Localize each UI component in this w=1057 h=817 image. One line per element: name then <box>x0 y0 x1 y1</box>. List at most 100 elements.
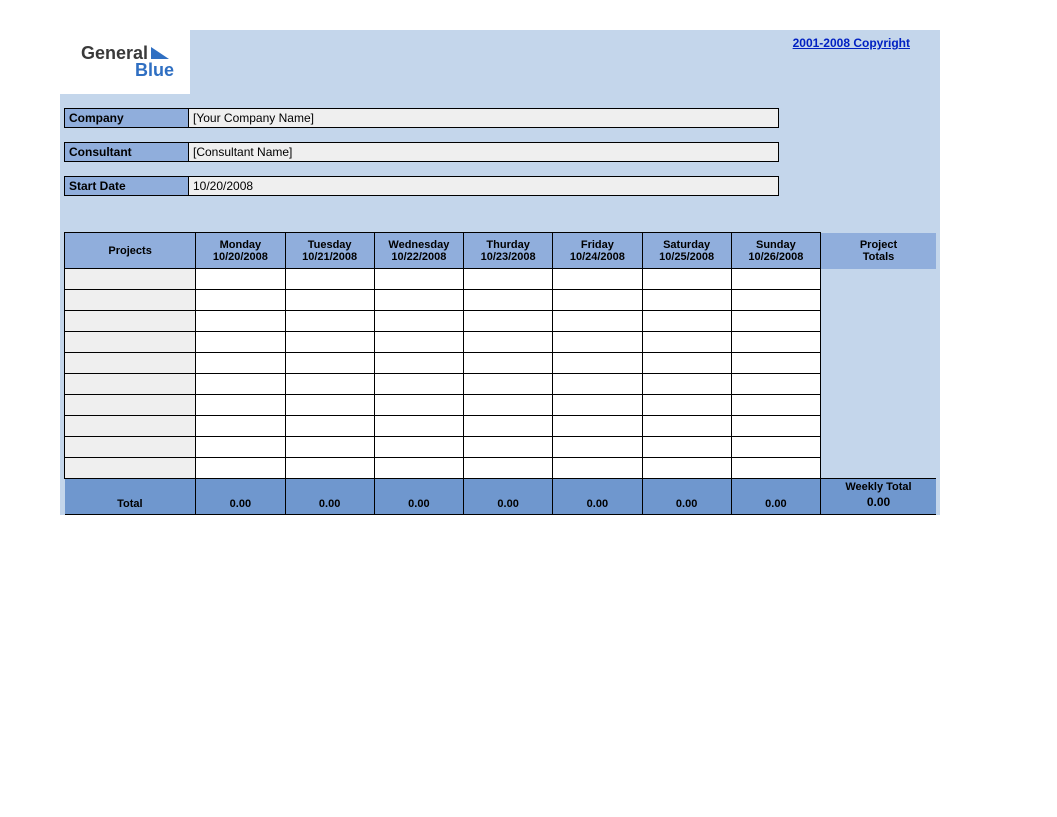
hours-cell[interactable] <box>374 311 463 332</box>
hours-cell[interactable] <box>553 290 642 311</box>
hours-cell[interactable] <box>464 416 553 437</box>
project-name-cell[interactable] <box>65 374 196 395</box>
table-row <box>65 395 937 416</box>
header-day-5: Saturday 10/25/2008 <box>642 233 731 269</box>
project-name-cell[interactable] <box>65 290 196 311</box>
hours-cell[interactable] <box>731 332 820 353</box>
hours-cell[interactable] <box>464 458 553 479</box>
hours-cell[interactable] <box>464 437 553 458</box>
hours-cell[interactable] <box>285 395 374 416</box>
startdate-field[interactable]: 10/20/2008 <box>189 176 779 196</box>
hours-cell[interactable] <box>642 269 731 290</box>
header-day-1: Tuesday 10/21/2008 <box>285 233 374 269</box>
consultant-label: Consultant <box>64 142 189 162</box>
table-row <box>65 269 937 290</box>
hours-cell[interactable] <box>553 416 642 437</box>
hours-cell[interactable] <box>285 416 374 437</box>
hours-cell[interactable] <box>642 374 731 395</box>
hours-cell[interactable] <box>642 437 731 458</box>
hours-cell[interactable] <box>642 290 731 311</box>
hours-cell[interactable] <box>464 269 553 290</box>
company-field[interactable]: [Your Company Name] <box>189 108 779 128</box>
hours-cell[interactable] <box>196 311 285 332</box>
hours-cell[interactable] <box>731 437 820 458</box>
hours-cell[interactable] <box>374 395 463 416</box>
consultant-field[interactable]: [Consultant Name] <box>189 142 779 162</box>
hours-cell[interactable] <box>464 290 553 311</box>
hours-cell[interactable] <box>642 311 731 332</box>
hours-cell[interactable] <box>464 332 553 353</box>
project-name-cell[interactable] <box>65 458 196 479</box>
copyright-link[interactable]: 2001-2008 Copyright <box>793 30 940 50</box>
hours-cell[interactable] <box>285 437 374 458</box>
hours-cell[interactable] <box>553 332 642 353</box>
hours-cell[interactable] <box>285 290 374 311</box>
logo-text-2: Blue <box>135 60 190 81</box>
hours-cell[interactable] <box>285 353 374 374</box>
hours-cell[interactable] <box>731 353 820 374</box>
hours-cell[interactable] <box>553 269 642 290</box>
hours-cell[interactable] <box>731 416 820 437</box>
hours-cell[interactable] <box>642 458 731 479</box>
hours-cell[interactable] <box>196 374 285 395</box>
hours-cell[interactable] <box>553 374 642 395</box>
company-row: Company [Your Company Name] <box>64 108 940 128</box>
header-day-4: Friday 10/24/2008 <box>553 233 642 269</box>
hours-cell[interactable] <box>553 353 642 374</box>
hours-cell[interactable] <box>196 332 285 353</box>
hours-cell[interactable] <box>374 374 463 395</box>
company-label: Company <box>64 108 189 128</box>
hours-cell[interactable] <box>464 353 553 374</box>
hours-cell[interactable] <box>285 458 374 479</box>
hours-cell[interactable] <box>374 269 463 290</box>
hours-cell[interactable] <box>553 395 642 416</box>
startdate-label: Start Date <box>64 176 189 196</box>
footer-day-total-4: 0.00 <box>553 479 642 515</box>
hours-cell[interactable] <box>196 290 285 311</box>
hours-cell[interactable] <box>285 311 374 332</box>
hours-cell[interactable] <box>731 458 820 479</box>
hours-cell[interactable] <box>553 311 642 332</box>
hours-cell[interactable] <box>642 395 731 416</box>
hours-cell[interactable] <box>374 332 463 353</box>
project-name-cell[interactable] <box>65 416 196 437</box>
hours-cell[interactable] <box>464 395 553 416</box>
hours-cell[interactable] <box>374 437 463 458</box>
hours-cell[interactable] <box>374 416 463 437</box>
hours-cell[interactable] <box>285 269 374 290</box>
hours-cell[interactable] <box>196 353 285 374</box>
hours-cell[interactable] <box>642 332 731 353</box>
hours-cell[interactable] <box>374 290 463 311</box>
hours-cell[interactable] <box>731 374 820 395</box>
project-name-cell[interactable] <box>65 437 196 458</box>
header-day-0: Monday 10/20/2008 <box>196 233 285 269</box>
hours-cell[interactable] <box>196 269 285 290</box>
hours-cell[interactable] <box>642 416 731 437</box>
hours-cell[interactable] <box>285 332 374 353</box>
project-name-cell[interactable] <box>65 353 196 374</box>
hours-cell[interactable] <box>196 416 285 437</box>
hours-cell[interactable] <box>642 353 731 374</box>
hours-cell[interactable] <box>285 374 374 395</box>
hours-cell[interactable] <box>464 374 553 395</box>
hours-cell[interactable] <box>374 458 463 479</box>
hours-cell[interactable] <box>731 311 820 332</box>
hours-cell[interactable] <box>464 311 553 332</box>
hours-cell[interactable] <box>731 290 820 311</box>
project-name-cell[interactable] <box>65 395 196 416</box>
footer-day-total-6: 0.00 <box>731 479 820 515</box>
project-name-cell[interactable] <box>65 269 196 290</box>
hours-cell[interactable] <box>196 458 285 479</box>
hours-cell[interactable] <box>553 458 642 479</box>
hours-cell[interactable] <box>731 269 820 290</box>
hours-cell[interactable] <box>374 353 463 374</box>
hours-cell[interactable] <box>731 395 820 416</box>
project-total-cell <box>821 290 937 311</box>
project-name-cell[interactable] <box>65 332 196 353</box>
project-total-cell <box>821 458 937 479</box>
project-total-cell <box>821 353 937 374</box>
hours-cell[interactable] <box>553 437 642 458</box>
project-name-cell[interactable] <box>65 311 196 332</box>
hours-cell[interactable] <box>196 395 285 416</box>
hours-cell[interactable] <box>196 437 285 458</box>
